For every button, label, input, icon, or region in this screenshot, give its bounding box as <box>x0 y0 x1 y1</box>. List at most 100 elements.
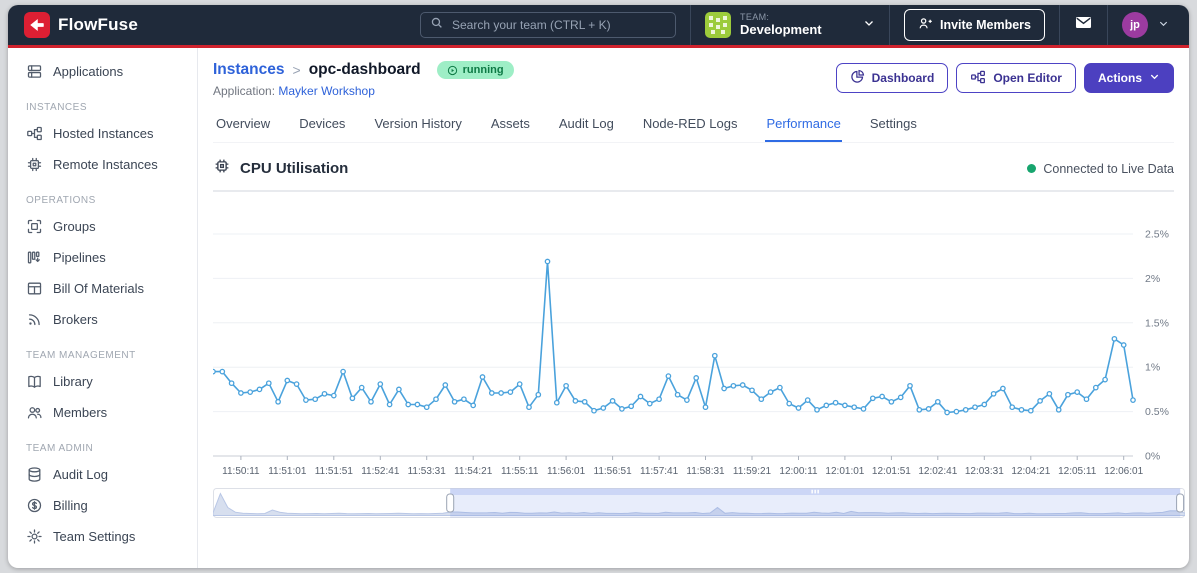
data-point[interactable] <box>907 382 913 389</box>
navigator-grip-icon[interactable] <box>814 489 816 494</box>
application-link[interactable]: Mayker Workshop <box>278 84 374 98</box>
data-point[interactable] <box>405 401 412 408</box>
data-point[interactable] <box>386 401 393 408</box>
flowfuse-logo[interactable]: FlowFuse <box>24 5 138 45</box>
data-point[interactable] <box>1046 390 1053 397</box>
search-input[interactable] <box>449 17 666 33</box>
sidebar-item-audit-log[interactable]: Audit Log <box>8 459 197 490</box>
data-point[interactable] <box>619 406 625 412</box>
data-point[interactable] <box>265 380 272 387</box>
tab-overview[interactable]: Overview <box>215 110 271 142</box>
data-point[interactable] <box>842 402 848 409</box>
data-point[interactable] <box>451 398 458 405</box>
data-point[interactable] <box>488 390 495 396</box>
data-point[interactable] <box>628 403 635 410</box>
team-search[interactable] <box>419 12 676 38</box>
invite-members-button[interactable]: Invite Members <box>903 9 1045 41</box>
data-point[interactable] <box>962 406 969 413</box>
data-point[interactable] <box>860 406 867 412</box>
data-point[interactable] <box>851 404 858 411</box>
data-point[interactable] <box>591 407 597 414</box>
navigator-grip-icon[interactable] <box>817 489 819 494</box>
data-point[interactable] <box>1018 406 1025 413</box>
data-point[interactable] <box>433 396 439 403</box>
data-point[interactable] <box>1000 385 1006 392</box>
data-point[interactable] <box>247 389 254 395</box>
data-point[interactable] <box>321 390 328 397</box>
data-point[interactable] <box>925 406 932 412</box>
data-point[interactable] <box>213 368 216 375</box>
data-point[interactable] <box>516 381 523 387</box>
tab-settings[interactable]: Settings <box>869 110 918 142</box>
data-point[interactable] <box>777 384 783 391</box>
data-point[interactable] <box>572 398 579 404</box>
data-point[interactable] <box>702 404 709 411</box>
data-point[interactable] <box>293 381 300 387</box>
data-point[interactable] <box>330 392 337 399</box>
data-point[interactable] <box>1111 335 1118 342</box>
actions-button[interactable]: Actions <box>1083 63 1174 93</box>
data-point[interactable] <box>368 398 374 405</box>
data-point[interactable] <box>646 400 653 407</box>
data-point[interactable] <box>1130 397 1136 403</box>
data-point[interactable] <box>1055 406 1062 413</box>
data-point[interactable] <box>990 390 997 397</box>
tab-node-red-logs[interactable]: Node-RED Logs <box>642 110 739 142</box>
tab-devices[interactable]: Devices <box>298 110 346 142</box>
data-point[interactable] <box>693 375 700 381</box>
data-point[interactable] <box>228 380 235 387</box>
data-point[interactable] <box>656 396 662 403</box>
data-point[interactable] <box>312 396 319 403</box>
sidebar-item-brokers[interactable]: Brokers <box>8 304 197 335</box>
sidebar-item-remote-instances[interactable]: Remote Instances <box>8 149 197 180</box>
data-point[interactable] <box>563 382 569 389</box>
data-point[interactable] <box>461 396 467 403</box>
navigator-grip-icon[interactable] <box>811 489 813 494</box>
data-point[interactable] <box>1074 389 1081 395</box>
data-point[interactable] <box>1065 391 1071 398</box>
data-point[interactable] <box>414 401 421 408</box>
data-point[interactable] <box>795 405 802 411</box>
data-point[interactable] <box>553 399 560 406</box>
data-point[interactable] <box>1037 398 1043 404</box>
data-point[interactable] <box>1120 342 1127 348</box>
data-point[interactable] <box>349 395 356 402</box>
data-point[interactable] <box>470 402 477 409</box>
sidebar-item-pipelines[interactable]: Pipelines <box>8 242 197 273</box>
breadcrumb-instances-link[interactable]: Instances <box>213 61 285 79</box>
data-point[interactable] <box>544 258 551 265</box>
data-point[interactable] <box>396 386 402 393</box>
data-point[interactable] <box>423 404 430 411</box>
data-point[interactable] <box>953 408 960 415</box>
data-point[interactable] <box>767 389 774 395</box>
data-point[interactable] <box>535 391 542 398</box>
data-point[interactable] <box>377 381 384 387</box>
data-point[interactable] <box>358 384 365 391</box>
team-selector[interactable]: TEAM: Development <box>704 12 875 38</box>
sidebar-item-bill-of-materials[interactable]: Bill Of Materials <box>8 273 197 304</box>
sidebar-item-billing[interactable]: Billing <box>8 490 197 521</box>
data-point[interactable] <box>340 368 346 375</box>
open-editor-button[interactable]: Open Editor <box>956 63 1076 93</box>
data-point[interactable] <box>637 393 644 400</box>
sidebar-item-hosted-instances[interactable]: Hosted Instances <box>8 118 197 149</box>
tab-performance[interactable]: Performance <box>765 110 842 142</box>
data-point[interactable] <box>823 402 830 409</box>
data-point[interactable] <box>526 404 532 411</box>
data-point[interactable] <box>897 394 904 401</box>
data-point[interactable] <box>665 373 672 379</box>
user-menu[interactable]: jp <box>1122 12 1175 38</box>
data-point[interactable] <box>711 352 718 359</box>
data-point[interactable] <box>284 377 291 384</box>
data-point[interactable] <box>972 404 978 411</box>
data-point[interactable] <box>609 398 616 404</box>
data-point[interactable] <box>758 396 765 403</box>
data-point[interactable] <box>934 398 941 405</box>
data-point[interactable] <box>804 397 811 403</box>
data-point[interactable] <box>1083 396 1090 403</box>
tab-audit-log[interactable]: Audit Log <box>558 110 615 142</box>
data-point[interactable] <box>879 393 885 400</box>
data-point[interactable] <box>1102 376 1108 383</box>
data-point[interactable] <box>981 401 988 408</box>
data-point[interactable] <box>219 368 226 375</box>
